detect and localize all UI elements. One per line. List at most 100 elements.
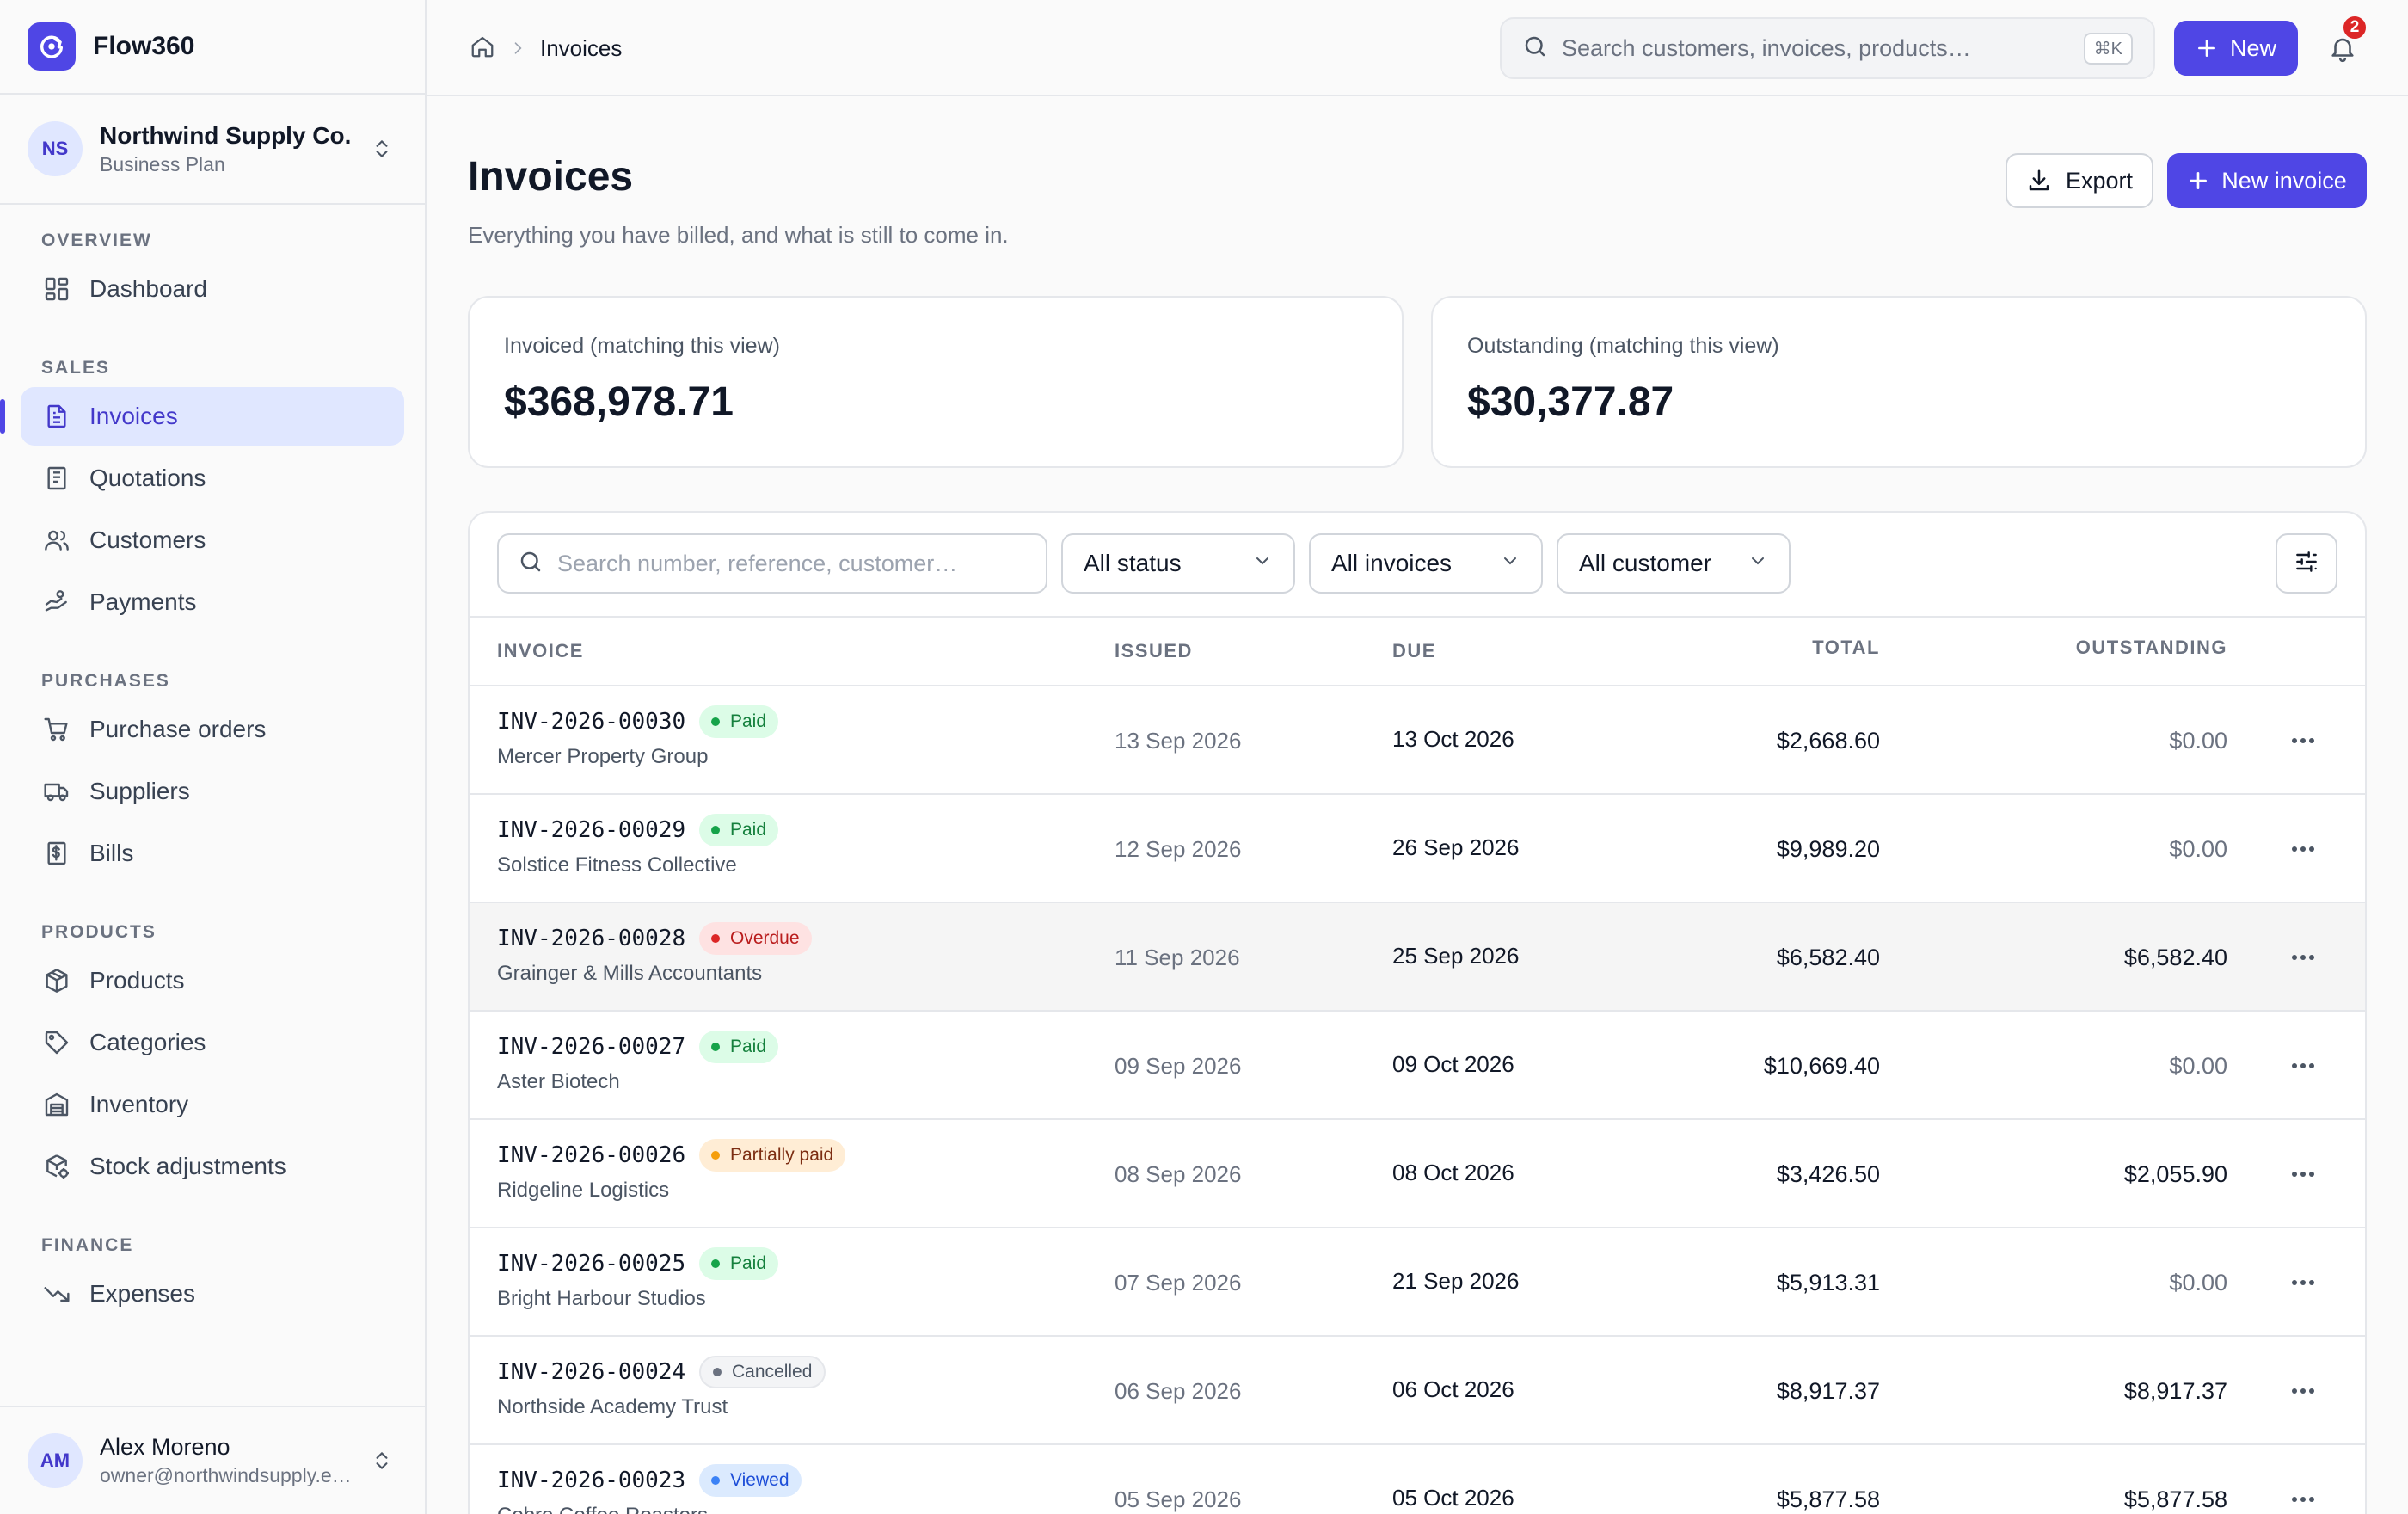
- global-search-input[interactable]: [1562, 34, 2084, 62]
- customer-name: Ridgeline Logistics: [497, 1179, 670, 1202]
- more-actions-icon[interactable]: [2286, 1268, 2320, 1297]
- brand[interactable]: Flow360: [0, 0, 425, 95]
- export-button[interactable]: Export: [2006, 153, 2153, 208]
- user-email: owner@northwindsupply.e…: [100, 1464, 352, 1486]
- top-bar: Invoices ⌘K New 2: [427, 0, 2408, 96]
- total-amount: $2,668.60: [1776, 728, 1880, 754]
- invoice-number[interactable]: INV-2026-00026: [497, 1142, 685, 1168]
- column-header-due[interactable]: DUE: [1392, 640, 1436, 662]
- issued-date: 05 Sep 2026: [1115, 1486, 1242, 1512]
- invoice-number[interactable]: INV-2026-00027: [497, 1034, 685, 1060]
- table-row[interactable]: INV-2026-00030 Paid Mercer Property Grou…: [470, 686, 2365, 795]
- org-switcher[interactable]: NS Northwind Supply Co. Business Plan: [0, 95, 425, 205]
- sidebar-item-label: Expenses: [89, 1280, 195, 1307]
- more-actions-icon[interactable]: [2286, 1160, 2320, 1189]
- logo-icon: [28, 22, 76, 71]
- sidebar-item-label: Bills: [89, 840, 134, 866]
- invoice-number[interactable]: INV-2026-00029: [497, 817, 685, 843]
- user-name: Alex Moreno: [100, 1434, 230, 1460]
- due-date: 21 Sep 2026: [1392, 1268, 1520, 1294]
- invoice-number[interactable]: INV-2026-00023: [497, 1468, 685, 1493]
- table-row[interactable]: INV-2026-00026 Partially paid Ridgeline …: [470, 1120, 2365, 1228]
- status-filter[interactable]: All status: [1061, 533, 1295, 594]
- export-label: Export: [2065, 167, 2134, 194]
- sidebar-item-expenses[interactable]: Expenses: [21, 1265, 404, 1323]
- org-avatar: NS: [28, 121, 83, 176]
- outstanding-amount: $0.00: [2169, 1270, 2227, 1296]
- home-icon[interactable]: [470, 34, 495, 64]
- sidebar-item-label: Purchase orders: [89, 716, 267, 742]
- table-row[interactable]: INV-2026-00023 Viewed Cobre Coffee Roast…: [470, 1445, 2365, 1514]
- column-header-issued[interactable]: ISSUED: [1115, 640, 1193, 662]
- invoice-number[interactable]: INV-2026-00030: [497, 709, 685, 735]
- customer-name: Mercer Property Group: [497, 745, 709, 768]
- search-icon: [1522, 34, 1548, 64]
- column-header-invoice[interactable]: INVOICE: [497, 640, 584, 662]
- notification-badge: 2: [2341, 14, 2368, 41]
- sidebar-item-payments[interactable]: Payments: [21, 573, 404, 631]
- table-row[interactable]: INV-2026-00027 Paid Aster Biotech 09 Sep…: [470, 1012, 2365, 1120]
- issued-date: 06 Sep 2026: [1115, 1378, 1242, 1404]
- sidebar-item-quotations[interactable]: Quotations: [21, 449, 404, 508]
- new-invoice-button[interactable]: New invoice: [2167, 153, 2367, 208]
- chevron-down-icon: [1252, 550, 1273, 577]
- invoiced-value: $368,978.71: [504, 379, 734, 425]
- column-header-outstanding[interactable]: OUTSTANDING: [2076, 637, 2227, 659]
- more-actions-icon[interactable]: [2286, 1376, 2320, 1406]
- total-amount: $3,426.50: [1776, 1161, 1880, 1187]
- column-header-total[interactable]: TOTAL: [1812, 637, 1880, 659]
- invoice-type-filter-value: All invoices: [1331, 550, 1453, 576]
- customer-name: Bright Harbour Studios: [497, 1287, 706, 1310]
- status-badge: Viewed: [699, 1464, 802, 1497]
- status-label: Viewed: [730, 1470, 789, 1490]
- sidebar-item-products[interactable]: Products: [21, 951, 404, 1010]
- table-row[interactable]: INV-2026-00025 Paid Bright Harbour Studi…: [470, 1228, 2365, 1337]
- outstanding-amount: $0.00: [2169, 728, 2227, 754]
- breadcrumb-current: Invoices: [540, 34, 623, 61]
- invoice-number[interactable]: INV-2026-00025: [497, 1251, 685, 1277]
- status-label: Partially paid: [730, 1145, 834, 1165]
- table-row[interactable]: INV-2026-00028 Overdue Grainger & Mills …: [470, 903, 2365, 1012]
- sidebar-item-inventory[interactable]: Inventory: [21, 1075, 404, 1134]
- more-actions-icon[interactable]: [2286, 834, 2320, 864]
- customer-name: Northside Academy Trust: [497, 1395, 728, 1419]
- invoice-number[interactable]: INV-2026-00028: [497, 926, 685, 951]
- chevron-down-icon: [1748, 550, 1768, 577]
- sidebar-item-stock-adjustments[interactable]: Stock adjustments: [21, 1137, 404, 1196]
- status-filter-value: All status: [1084, 550, 1182, 576]
- customer-filter-value: All customer: [1579, 550, 1712, 576]
- invoice-number[interactable]: INV-2026-00024: [497, 1359, 685, 1385]
- table-search[interactable]: [497, 533, 1047, 594]
- column-settings-button[interactable]: [2276, 533, 2337, 594]
- sidebar-item-customers[interactable]: Customers: [21, 511, 404, 569]
- sidebar-item-label: Inventory: [89, 1091, 189, 1117]
- sidebar-item-categories[interactable]: Categories: [21, 1013, 404, 1072]
- customer-filter[interactable]: All customer: [1557, 533, 1791, 594]
- more-actions-icon[interactable]: [2286, 943, 2320, 972]
- global-search[interactable]: ⌘K: [1500, 17, 2155, 79]
- total-amount: $6,582.40: [1776, 945, 1880, 970]
- issued-date: 08 Sep 2026: [1115, 1161, 1242, 1187]
- issued-date: 07 Sep 2026: [1115, 1270, 1242, 1296]
- chevron-updown-icon: [366, 133, 397, 164]
- more-actions-icon[interactable]: [2286, 1485, 2320, 1514]
- sidebar-item-invoices[interactable]: Invoices: [0, 387, 404, 446]
- sidebar-item-dashboard[interactable]: Dashboard: [21, 260, 404, 318]
- new-button[interactable]: New: [2174, 21, 2298, 76]
- sidebar-item-suppliers[interactable]: Suppliers: [21, 762, 404, 821]
- total-amount: $5,913.31: [1776, 1270, 1880, 1296]
- table-row[interactable]: INV-2026-00029 Paid Solstice Fitness Col…: [470, 795, 2365, 903]
- customer-name: Grainger & Mills Accountants: [497, 962, 763, 985]
- more-actions-icon[interactable]: [2286, 726, 2320, 755]
- sidebar-item-bills[interactable]: Bills: [21, 824, 404, 883]
- table-row[interactable]: INV-2026-00024 Cancelled Northside Acade…: [470, 1337, 2365, 1445]
- nav-section-purchases: PURCHASES: [41, 671, 170, 691]
- sidebar-item-purchase-orders[interactable]: Purchase orders: [21, 700, 404, 759]
- invoice-type-filter[interactable]: All invoices: [1309, 533, 1543, 594]
- due-date: 06 Oct 2026: [1392, 1376, 1514, 1402]
- nav-section-overview: OVERVIEW: [41, 231, 152, 250]
- table-search-input[interactable]: [557, 550, 1027, 577]
- more-actions-icon[interactable]: [2286, 1051, 2320, 1080]
- user-menu[interactable]: AM Alex Moreno owner@northwindsupply.e…: [0, 1406, 425, 1514]
- status-badge: Paid: [699, 1031, 779, 1063]
